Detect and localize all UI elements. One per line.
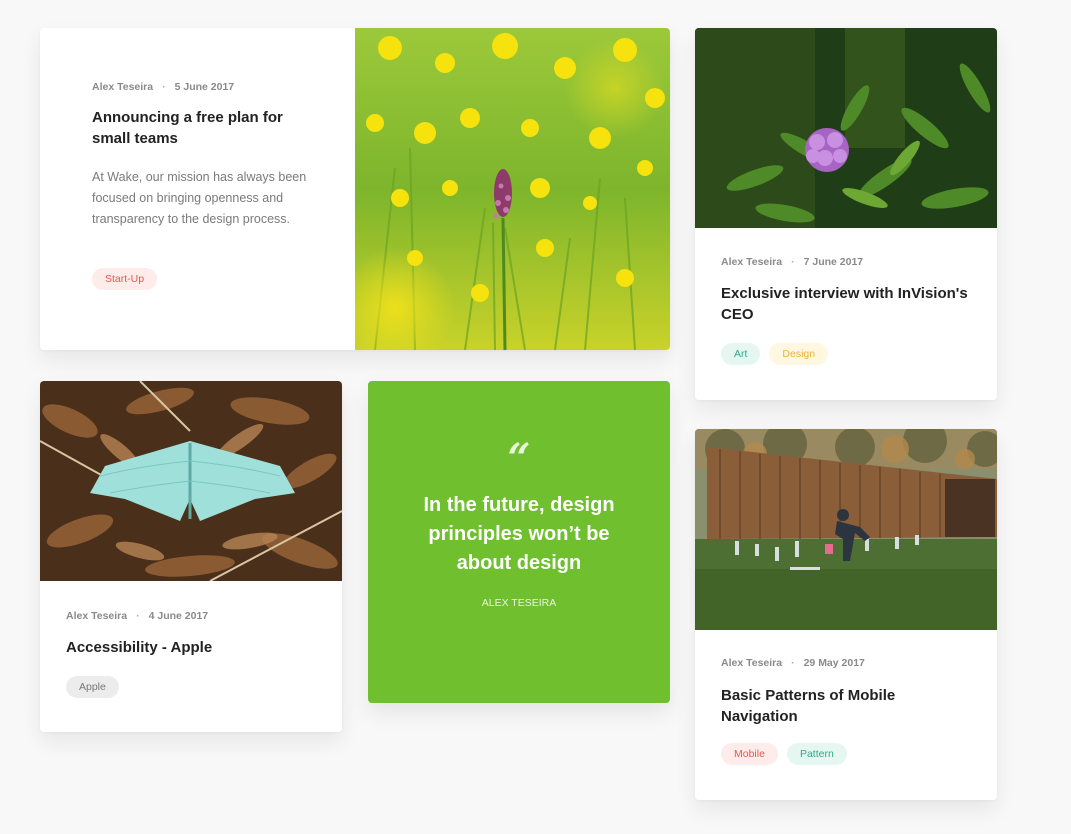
- post-date: 5 June 2017: [174, 81, 235, 93]
- tag-apple[interactable]: Apple: [66, 676, 119, 698]
- post-meta: Alex Teseira · 29 May 2017: [721, 657, 865, 669]
- meta-separator: ·: [136, 610, 140, 622]
- tag-mobile[interactable]: Mobile: [721, 743, 778, 765]
- post-title[interactable]: Basic Patterns of Mobile Navigation: [721, 685, 941, 727]
- post-meta: Alex Teseira · 4 June 2017: [66, 610, 208, 622]
- post-date: 4 June 2017: [148, 610, 209, 622]
- post-author[interactable]: Alex Teseira: [92, 81, 153, 93]
- post-author[interactable]: Alex Teseira: [721, 657, 782, 669]
- quote-mark-icon: “: [507, 435, 531, 482]
- post-card[interactable]: Alex Teseira · 7 June 2017 Exclusive int…: [695, 28, 997, 400]
- tag-list: Start-Up: [92, 268, 158, 290]
- tag-start-up[interactable]: Start-Up: [92, 268, 158, 290]
- post-card[interactable]: Alex Teseira · 4 June 2017 Accessibility…: [40, 381, 342, 732]
- quote-text: In the future, design principles won’t b…: [423, 494, 615, 574]
- tag-list: Art Design: [721, 343, 829, 365]
- tag-design[interactable]: Design: [769, 343, 829, 365]
- barn-field-photo[interactable]: [695, 429, 997, 630]
- post-title[interactable]: Announcing a free plan for small teams: [92, 107, 302, 149]
- quote-card[interactable]: “ In the future, design principles won’t…: [368, 381, 670, 703]
- post-author[interactable]: Alex Teseira: [66, 610, 127, 622]
- post-title[interactable]: Exclusive interview with InVision's CEO: [721, 283, 981, 325]
- meta-separator: ·: [791, 256, 795, 268]
- meta-separator: ·: [162, 81, 166, 93]
- post-meta: Alex Teseira · 5 June 2017: [92, 81, 234, 93]
- tag-art[interactable]: Art: [721, 343, 761, 365]
- post-excerpt: At Wake, our mission has always been foc…: [92, 170, 307, 226]
- meadow-photo[interactable]: [355, 28, 670, 350]
- tag-list: Mobile Pattern: [721, 743, 847, 765]
- post-date: 7 June 2017: [803, 256, 864, 268]
- post-title[interactable]: Accessibility - Apple: [66, 637, 326, 658]
- post-author[interactable]: Alex Teseira: [721, 256, 782, 268]
- meta-separator: ·: [791, 657, 795, 669]
- post-meta: Alex Teseira · 7 June 2017: [721, 256, 863, 268]
- rhododendron-photo[interactable]: [695, 28, 997, 228]
- post-card[interactable]: Alex Teseira · 29 May 2017 Basic Pattern…: [695, 429, 997, 800]
- tag-pattern[interactable]: Pattern: [786, 743, 847, 765]
- moth-photo[interactable]: [40, 381, 342, 581]
- quote-author: ALEX TESEIRA: [481, 597, 557, 609]
- post-date: 29 May 2017: [803, 657, 865, 669]
- tag-list: Apple: [66, 676, 119, 698]
- post-card-featured[interactable]: Alex Teseira · 5 June 2017 Announcing a …: [40, 28, 670, 350]
